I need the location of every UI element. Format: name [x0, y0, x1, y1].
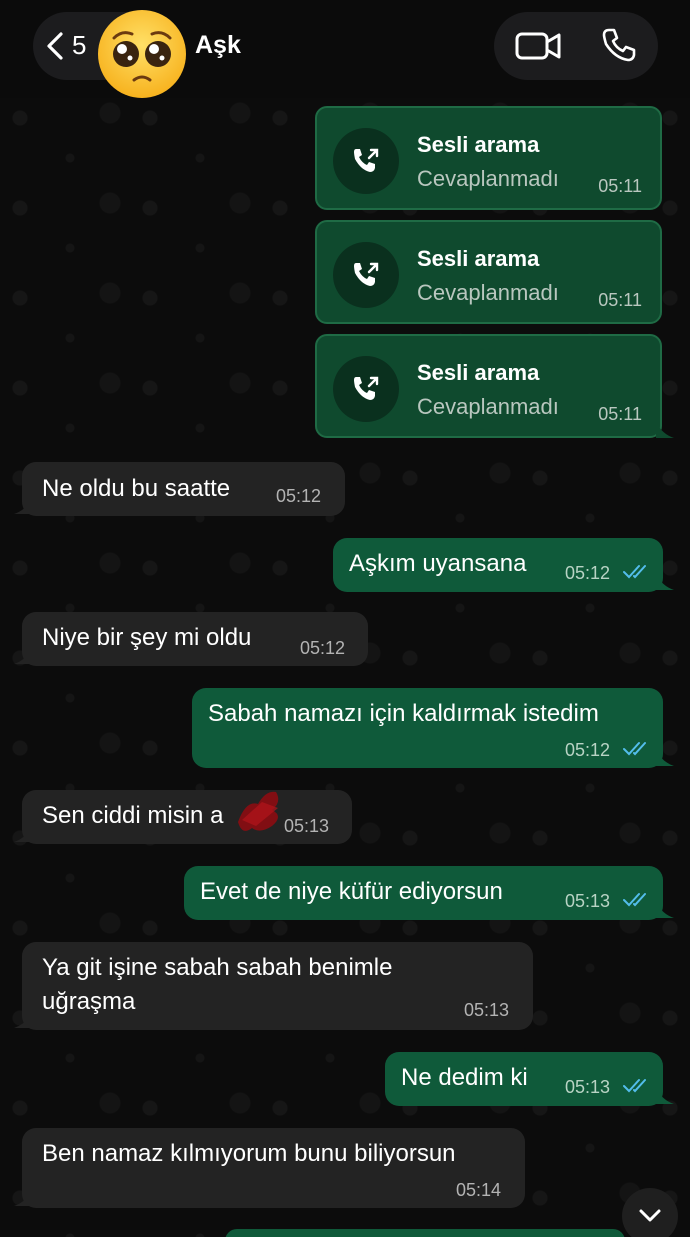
chat-header: 5 Aşk	[0, 0, 690, 98]
chevron-down-icon	[639, 1209, 661, 1222]
message-time: 05:12	[276, 486, 322, 506]
incoming-message[interactable]: Niye bir şey mi oldu 05:12	[22, 612, 368, 666]
message-time: 05:13	[565, 891, 611, 911]
call-title: Sesli arama	[417, 360, 540, 385]
call-status: Cevaplanmadı	[417, 280, 559, 305]
call-title: Sesli arama	[417, 246, 540, 271]
outgoing-message[interactable]: Sabah namazı için kaldırmak istedim 05:1…	[192, 688, 663, 768]
outgoing-call-icon-circle	[333, 242, 399, 308]
unread-count: 5	[72, 30, 87, 60]
read-receipt-icon	[623, 565, 646, 579]
outgoing-message[interactable]: Aşkım uyansana 05:12	[333, 538, 663, 592]
message-time: 05:11	[598, 290, 642, 310]
outgoing-message[interactable]: Ne dedim ki 05:13	[385, 1052, 663, 1106]
outgoing-call-icon-circle	[333, 356, 399, 422]
bubble-tail	[656, 422, 674, 438]
message-text: Sen ciddi misin a	[42, 802, 224, 829]
bubble-tail	[14, 648, 32, 664]
message-time: 05:11	[598, 404, 642, 424]
message-text-line-2: uğraşma	[42, 988, 136, 1015]
read-receipt-icon	[623, 1079, 646, 1093]
scroll-to-bottom-button[interactable]	[622, 1188, 678, 1237]
message-text: Ne oldu bu saatte	[42, 475, 231, 502]
message-time: 05:11	[598, 176, 642, 196]
incoming-message[interactable]: Ne oldu bu saatte 05:12	[22, 462, 345, 516]
message-text: Evet de niye küfür ediyorsun	[200, 878, 503, 905]
outgoing-call-icon-circle	[333, 128, 399, 194]
incoming-message[interactable]: Ya git işine sabah sabah benimle uğraşma…	[22, 942, 533, 1030]
message-time: 05:13	[464, 1000, 510, 1020]
bubble-tail	[656, 902, 674, 918]
video-camera-icon[interactable]	[515, 30, 561, 62]
bubble-tail	[656, 750, 674, 766]
redaction-scribble	[238, 791, 279, 831]
message-text: Ne dedim ki	[401, 1064, 528, 1091]
message-text: Aşkım uyansana	[349, 550, 527, 577]
outgoing-call-icon	[354, 262, 379, 286]
message-time: 05:12	[565, 563, 611, 583]
contact-name[interactable]: Aşk	[195, 31, 241, 60]
message-time: 05:12	[565, 740, 611, 760]
call-status: Cevaplanmadı	[417, 166, 559, 191]
message-text: Sabah namazı için kaldırmak istedim	[208, 700, 599, 727]
bubble-tail	[14, 826, 32, 842]
outgoing-message[interactable]: Evet de niye küfür ediyorsun 05:13	[184, 866, 663, 920]
message-time: 05:14	[456, 1180, 502, 1200]
bubble-tail	[656, 574, 674, 590]
missed-call-bubble[interactable]: Sesli arama Cevaplanmadı 05:11	[315, 220, 662, 324]
message-text: Niye bir şey mi oldu	[42, 624, 252, 651]
bubble-tail	[14, 1012, 32, 1028]
pleading-face-emoji-avatar[interactable]	[96, 8, 188, 100]
read-receipt-icon	[623, 742, 646, 756]
call-status: Cevaplanmadı	[417, 394, 559, 419]
outgoing-call-icon	[354, 148, 379, 172]
phone-icon[interactable]	[601, 27, 637, 63]
outgoing-call-icon	[354, 376, 379, 400]
call-title: Sesli arama	[417, 132, 540, 157]
chevron-left-icon	[47, 32, 63, 60]
message-text: Ben namaz kılmıyorum bunu biliyorsun	[42, 1140, 456, 1167]
message-time: 05:13	[284, 816, 330, 836]
bubble-tail	[656, 1088, 674, 1104]
incoming-message[interactable]: Ben namaz kılmıyorum bunu biliyorsun 05:…	[22, 1128, 525, 1208]
message-time: 05:13	[565, 1077, 611, 1097]
missed-call-bubble[interactable]: Sesli arama Cevaplanmadı 05:11	[315, 106, 662, 210]
incoming-message[interactable]: Sen ciddi misin a 05:13	[22, 790, 352, 844]
message-time: 05:12	[300, 638, 346, 658]
read-receipt-icon	[623, 893, 646, 907]
message-text: Ya git işine sabah sabah benimle	[42, 954, 393, 981]
missed-call-bubble[interactable]: Sesli arama Cevaplanmadı 05:11	[315, 334, 662, 438]
outgoing-message-partial	[225, 1229, 625, 1237]
bubble-tail	[14, 1190, 32, 1206]
bubble-tail	[14, 498, 32, 514]
